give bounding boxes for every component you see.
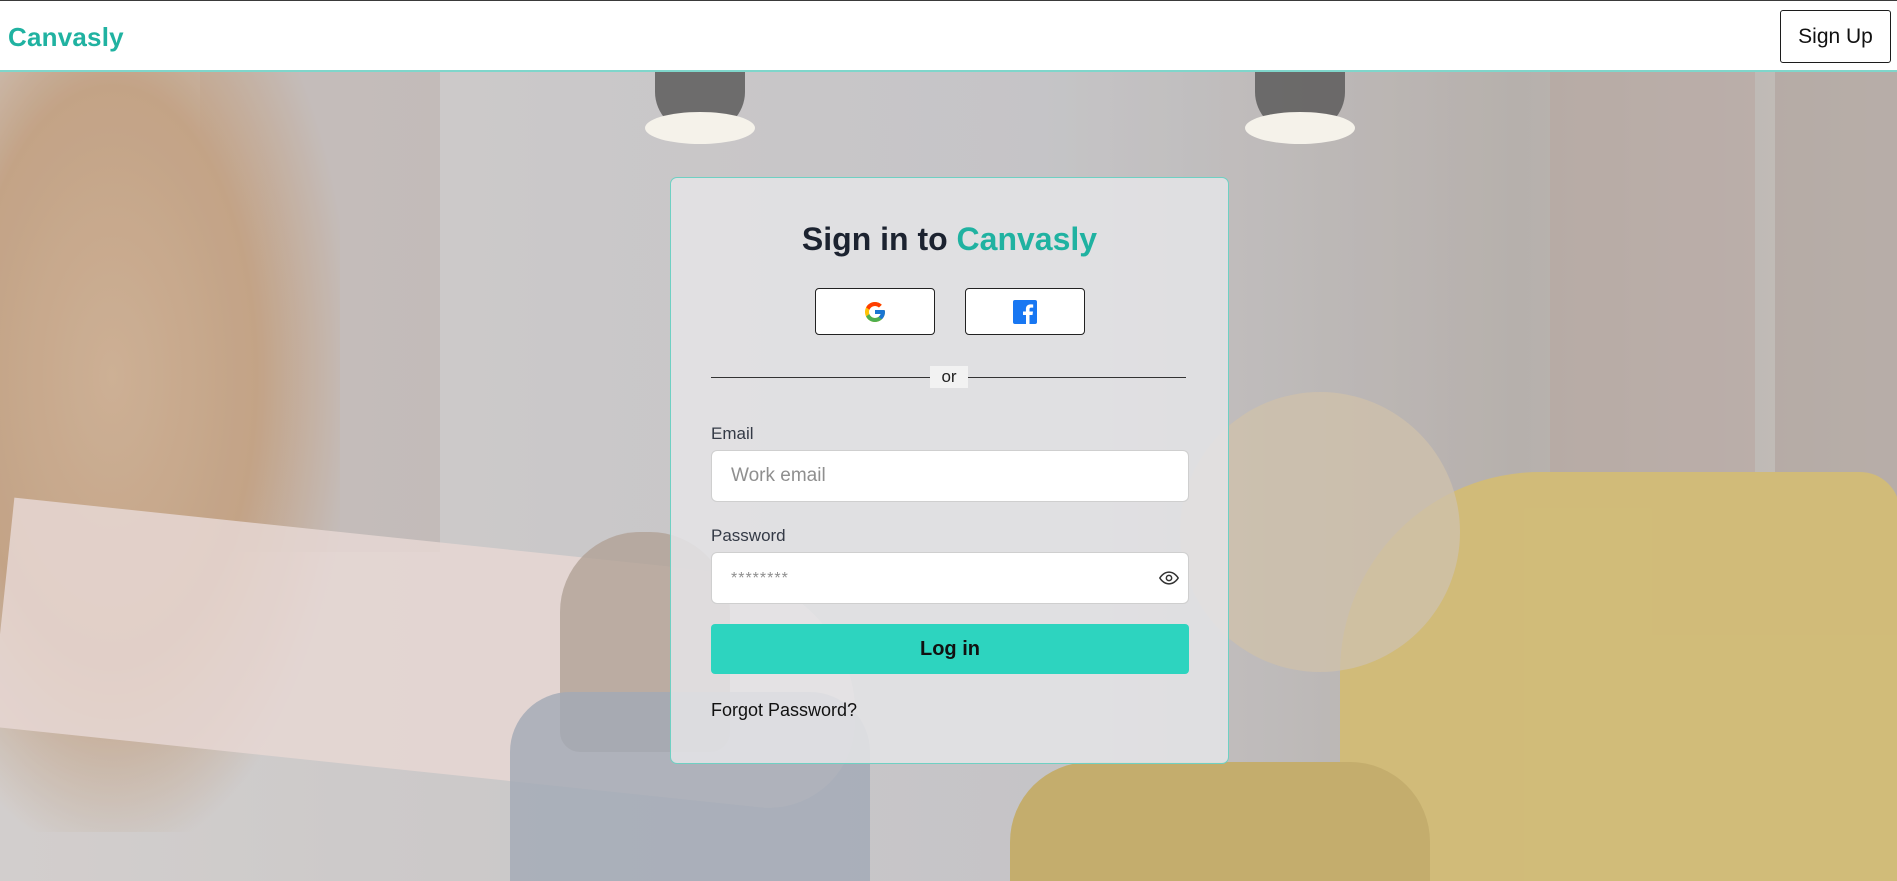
facebook-login-button[interactable] <box>965 288 1085 335</box>
password-label: Password <box>711 526 786 545</box>
google-icon <box>865 301 885 322</box>
forgot-password-link[interactable]: Forgot Password? <box>711 700 857 721</box>
title-brand: Canvasly <box>956 221 1098 257</box>
login-card: Sign in to Canvasly or Email Password Lo… <box>670 177 1229 764</box>
divider-or: or <box>930 366 968 388</box>
logo[interactable]: Canvasly <box>8 22 124 53</box>
password-field[interactable] <box>711 552 1189 604</box>
google-login-button[interactable] <box>815 288 935 335</box>
top-navbar: Canvasly Sign Up <box>0 0 1897 72</box>
sign-up-button[interactable]: Sign Up <box>1780 10 1891 63</box>
title-prefix: Sign in to <box>801 221 948 257</box>
login-button[interactable]: Log in <box>711 624 1189 674</box>
eye-icon[interactable] <box>1158 568 1180 588</box>
facebook-icon <box>1013 299 1037 324</box>
email-label: Email <box>711 424 754 443</box>
divider-left <box>711 377 930 378</box>
divider-right <box>968 377 1186 378</box>
page-title: Sign in to Canvasly <box>671 221 1228 258</box>
email-field[interactable] <box>711 450 1189 502</box>
